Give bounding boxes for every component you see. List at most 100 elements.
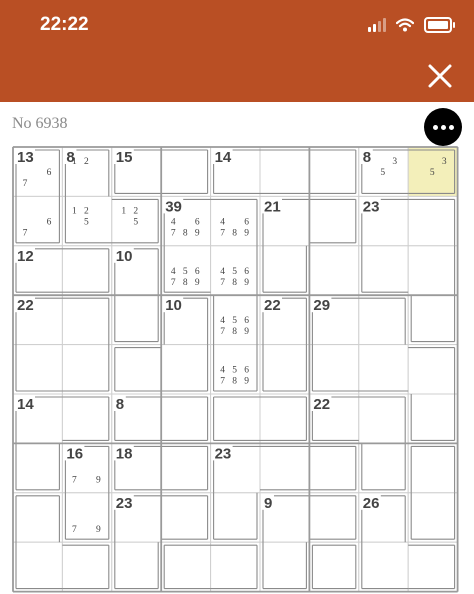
candidate-digit: 3 [392, 157, 397, 167]
candidate-digit: 5 [133, 217, 138, 227]
sudoku-cell[interactable] [407, 541, 459, 593]
cage-sum-label: 39 [165, 198, 182, 215]
sudoku-cell[interactable] [308, 492, 360, 543]
sudoku-cell[interactable] [259, 245, 310, 296]
sudoku-cell[interactable] [160, 146, 212, 197]
sudoku-cell[interactable] [61, 344, 113, 395]
pencil-marks: 4 5 6 7 8 9 [171, 267, 200, 288]
candidate-digit: 9 [244, 278, 249, 288]
sudoku-cell[interactable] [358, 393, 409, 444]
sudoku-cell[interactable] [160, 541, 212, 593]
sudoku-cell[interactable] [210, 393, 261, 444]
candidate-digit: 7 [23, 228, 28, 238]
candidate-digit: 8 [183, 228, 188, 238]
sudoku-cell[interactable] [210, 541, 261, 593]
sudoku-cell[interactable] [259, 541, 310, 593]
cage-sum-label: 10 [165, 297, 182, 314]
cage-sum-label: 14 [215, 149, 232, 166]
sudoku-cell[interactable] [259, 146, 310, 197]
candidate-digit: 4 [220, 217, 225, 227]
cage-sum-label: 8 [116, 396, 124, 413]
candidate-digit: 6 [195, 217, 200, 227]
sudoku-cell[interactable] [160, 393, 212, 444]
sudoku-cell[interactable] [407, 195, 459, 247]
candidate-digit: 2 [84, 157, 89, 167]
sudoku-cell[interactable] [358, 294, 409, 346]
sudoku-cell[interactable] [111, 294, 162, 346]
cage-sum-label: 15 [116, 149, 133, 166]
candidate-digit: 2 [133, 206, 138, 216]
sudoku-cell[interactable] [259, 442, 310, 494]
pencil-marks: 4 5 6 7 8 9 [220, 366, 249, 387]
sudoku-cell[interactable] [358, 442, 409, 494]
sudoku-cell[interactable] [12, 442, 63, 494]
candidate-digit: 2 [84, 206, 89, 216]
sudoku-cell[interactable] [259, 344, 310, 395]
sudoku-cell[interactable] [308, 442, 360, 494]
candidate-digit: 4 [171, 217, 176, 227]
cage-sum-label: 8 [363, 149, 371, 166]
sudoku-cell[interactable] [111, 541, 162, 593]
sudoku-cell[interactable] [160, 344, 212, 395]
sudoku-cell[interactable] [61, 294, 113, 346]
sudoku-cell[interactable] [210, 492, 261, 543]
candidate-digit: 9 [195, 278, 200, 288]
sudoku-cell[interactable] [61, 541, 113, 593]
candidate-digit: 4 [220, 267, 225, 277]
candidate-digit: 8 [183, 278, 188, 288]
candidate-digit: 6 [244, 316, 249, 326]
sudoku-cell[interactable] [407, 492, 459, 543]
candidate-digit: 4 [220, 316, 225, 326]
candidate-digit: 9 [96, 475, 101, 485]
sudoku-cell[interactable] [12, 195, 63, 247]
sudoku-cell[interactable] [160, 492, 212, 543]
candidate-digit: 8 [232, 327, 237, 337]
cage-sum-label: 26 [363, 495, 380, 512]
sudoku-cell[interactable] [61, 492, 113, 543]
sudoku-cell[interactable] [407, 442, 459, 494]
sudoku-cell[interactable] [308, 245, 360, 296]
sudoku-cell[interactable] [61, 393, 113, 444]
cage-sum-label: 23 [116, 495, 133, 512]
candidate-digit: 7 [171, 228, 176, 238]
cage-sum-label: 18 [116, 445, 133, 462]
sudoku-cell[interactable] [358, 344, 409, 395]
sudoku-cell[interactable] [111, 344, 162, 395]
sudoku-cell[interactable] [407, 393, 459, 444]
sudoku-cell[interactable] [407, 245, 459, 296]
candidate-digit: 6 [47, 217, 52, 227]
sudoku-cell[interactable] [259, 393, 310, 444]
candidate-digit: 1 [72, 157, 77, 167]
candidate-digit: 5 [183, 267, 188, 277]
candidate-digit: 7 [220, 377, 225, 387]
sudoku-cell[interactable] [61, 245, 113, 296]
candidate-digit: 9 [195, 228, 200, 238]
candidate-digit: 8 [232, 278, 237, 288]
sudoku-cell[interactable] [12, 344, 63, 395]
sudoku-cell[interactable] [308, 344, 360, 395]
cage-sum-label: 14 [17, 396, 34, 413]
sudoku-cell[interactable] [308, 541, 360, 593]
sudoku-cell[interactable] [358, 541, 409, 593]
cage-sum-label: 22 [17, 297, 34, 314]
cage-sum-label: 22 [313, 396, 330, 413]
candidate-digit: 5 [232, 267, 237, 277]
sudoku-cell[interactable] [12, 541, 63, 593]
sudoku-cell[interactable] [160, 442, 212, 494]
cage-sum-label: 21 [264, 198, 281, 215]
sudoku-cell[interactable] [12, 492, 63, 543]
sudoku-cell[interactable] [407, 344, 459, 395]
candidate-digit: 1 [121, 206, 126, 216]
candidate-digit: 7 [72, 525, 77, 535]
sudoku-cell[interactable] [407, 294, 459, 346]
killer-sudoku-grid[interactable]: 13 8 15 14 839 21 2312 1022 10 22 2914 8 2216 18 2323 9… [0, 0, 474, 594]
candidate-digit: 8 [232, 228, 237, 238]
cage-sum-label: 13 [17, 149, 34, 166]
sudoku-cell[interactable] [308, 146, 360, 197]
candidate-digit: 3 [442, 157, 447, 167]
candidate-digit: 9 [244, 228, 249, 238]
cage-sum-label: 9 [264, 495, 272, 512]
sudoku-cell[interactable] [358, 245, 409, 296]
sudoku-cell[interactable] [308, 195, 360, 247]
candidate-digit: 7 [220, 228, 225, 238]
